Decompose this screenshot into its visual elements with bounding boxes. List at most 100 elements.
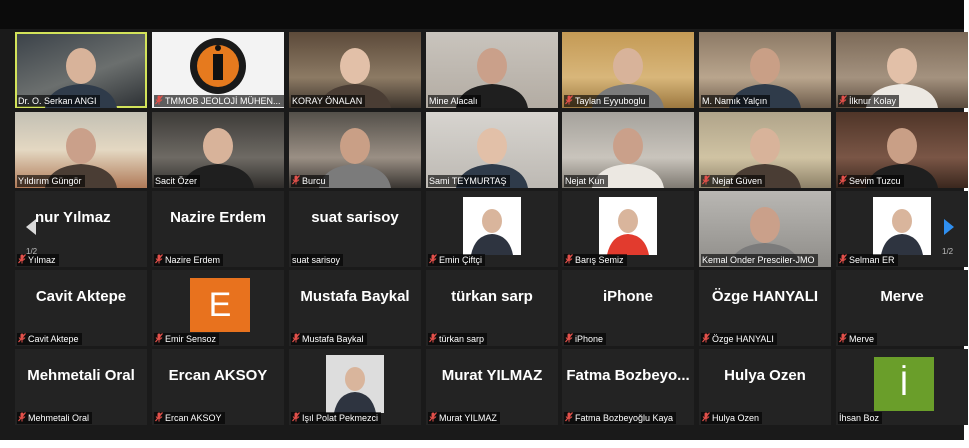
participant-tile-m-nam-k-yalc-n[interactable]: M. Namık Yalçın (699, 32, 831, 108)
participant-display-name: suat sarisoy (311, 209, 399, 226)
participant-tile-murat-yilmaz[interactable]: Murat YILMAZ Murat YILMAZ (426, 349, 558, 425)
participant-name-label: Emin Çiftçi (428, 254, 486, 266)
mic-muted-icon (18, 412, 26, 422)
participant-name-label: Işıl Polat Pekmezci (291, 412, 382, 424)
mic-muted-icon (18, 254, 26, 264)
mic-muted-icon (565, 95, 573, 105)
participant-tile-fatma-bozbeyoglu-kaya[interactable]: Fatma Bozbeyo... Fatma Bozbeyoğlu Kaya (562, 349, 694, 425)
previous-page-button[interactable] (22, 212, 40, 242)
participant-name-label: Sevim Tuzcu (838, 175, 904, 187)
mic-muted-icon (292, 333, 300, 343)
participant-name-label: Nejat Kun (564, 175, 608, 187)
mic-muted-icon (155, 333, 163, 343)
participant-name: Yıldırım Güngör (18, 176, 82, 186)
participant-tile-ercan-aksoy[interactable]: Ercan AKSOY Ercan AKSOY (152, 349, 284, 425)
participant-tile-ilknur-kolay[interactable]: İlknur Kolay (836, 32, 968, 108)
mic-muted-icon (155, 95, 163, 105)
participant-name-label: türkan sarp (428, 333, 488, 345)
participant-tile-merve[interactable]: Merve Merve (836, 270, 968, 346)
mic-muted-icon (292, 412, 300, 422)
participant-tile-tmmob-jeoloji-muhen[interactable]: TMMOB JEOLOJİ MÜHEN... (152, 32, 284, 108)
participant-name-label: Mustafa Baykal (291, 333, 367, 345)
participant-tile-mehmetali-oral[interactable]: Mehmetali Oral Mehmetali Oral (15, 349, 147, 425)
mic-muted-icon (429, 412, 437, 422)
participant-name: Işıl Polat Pekmezci (302, 413, 379, 423)
participant-name: Nazire Erdem (165, 255, 221, 265)
participant-tile-hulya-ozen[interactable]: Hulya Ozen Hulya Ozen (699, 349, 831, 425)
participant-display-name: Özge HANYALI (711, 288, 819, 305)
mic-muted-icon (839, 95, 847, 105)
participant-tile-turkan-sarp[interactable]: türkan sarp türkan sarp (426, 270, 558, 346)
participant-tile-y-ld-r-m-gungor[interactable]: Yıldırım Güngör (15, 112, 147, 188)
mic-muted-icon (839, 254, 847, 264)
participant-name-label: Yılmaz (17, 254, 59, 266)
participant-display-name: Mehmetali Oral (27, 367, 135, 384)
profile-picture (463, 197, 521, 255)
video-gallery: Dr. O. Serkan ANGI TMMOB JEOLOJİ MÜHEN...… (0, 0, 968, 440)
participant-name: suat sarisoy (292, 255, 341, 265)
participant-tile-mine-alacal[interactable]: Mine Alacalı (426, 32, 558, 108)
participant-name-label: Sacit Özer (154, 175, 201, 187)
participant-name: Taylan Eyyuboglu (575, 96, 646, 106)
participant-tile-kemal-onder-presciler-jmo[interactable]: Kemal Onder Presciler-JMO (699, 191, 831, 267)
participant-name-label: Emir Sensoz (154, 333, 220, 345)
avatar-initial: İ (874, 357, 934, 411)
participant-tile-koray-onalan[interactable]: KORAY ÖNALAN (289, 32, 421, 108)
participant-name: Emin Çiftçi (439, 255, 483, 265)
chevron-right-icon (944, 219, 954, 235)
participant-name-label: Burcu (291, 175, 329, 187)
participant-name: Ercan AKSOY (165, 413, 222, 423)
participant-name: Özge HANYALI (712, 334, 774, 344)
participant-tile-sacit-ozer[interactable]: Sacit Özer (152, 112, 284, 188)
participant-tile-burcu[interactable]: Burcu (289, 112, 421, 188)
participant-tile-is-l-polat-pekmezci[interactable]: Işıl Polat Pekmezci (289, 349, 421, 425)
participant-tile-suat-sarisoy[interactable]: suat sarisoy suat sarisoy (289, 191, 421, 267)
participant-tile-iphone[interactable]: iPhone iPhone (562, 270, 694, 346)
participant-tile-sami-teymurtas[interactable]: Sami TEYMURTAŞ (426, 112, 558, 188)
participant-name-label: İhsan Boz (838, 412, 883, 424)
top-bar (0, 0, 964, 29)
profile-picture (599, 197, 657, 255)
mic-muted-icon (702, 333, 710, 343)
participant-name-label: Özge HANYALI (701, 333, 777, 345)
mic-muted-icon (702, 175, 710, 185)
chevron-left-icon (26, 219, 36, 235)
participant-name: Yılmaz (28, 255, 56, 265)
participant-name: Fatma Bozbeyoğlu Kaya (575, 413, 674, 423)
participant-name: Sacit Özer (155, 176, 198, 186)
participant-tile-dr-o-serkan-angi[interactable]: Dr. O. Serkan ANGI (15, 32, 147, 108)
participant-name-label: KORAY ÖNALAN (291, 95, 366, 107)
participant-tile-nejat-kun[interactable]: Nejat Kun (562, 112, 694, 188)
participant-name-label: İlknur Kolay (838, 95, 900, 107)
participant-name: KORAY ÖNALAN (292, 96, 363, 106)
participant-display-name: Cavit Aktepe (35, 288, 127, 305)
participant-tile-ozge-hanyali[interactable]: Özge HANYALI Özge HANYALI (699, 270, 831, 346)
next-page-button[interactable] (940, 212, 958, 242)
participant-tile-cavit-aktepe[interactable]: Cavit Aktepe Cavit Aktepe (15, 270, 147, 346)
participant-name: Emir Sensoz (165, 334, 217, 344)
participant-name-label: Taylan Eyyuboglu (564, 95, 649, 107)
participant-name: Sevim Tuzcu (849, 176, 901, 186)
participant-name-label: Yıldırım Güngör (17, 175, 85, 187)
participant-display-name: nur Yılmaz (35, 209, 111, 226)
participant-name: Sami TEYMURTAŞ (429, 176, 507, 186)
participant-name: Dr. O. Serkan ANGI (18, 96, 97, 106)
participant-tile-sevim-tuzcu[interactable]: Sevim Tuzcu (836, 112, 968, 188)
participant-name-label: Barış Semiz (564, 254, 627, 266)
profile-picture (873, 197, 931, 255)
participant-name-label: Nejat Güven (701, 175, 766, 187)
participant-tile-taylan-eyyuboglu[interactable]: Taylan Eyyuboglu (562, 32, 694, 108)
profile-picture (326, 355, 384, 413)
mic-muted-icon (429, 254, 437, 264)
participant-tile-nejat-guven[interactable]: Nejat Güven (699, 112, 831, 188)
participant-tile-emin-ciftci[interactable]: Emin Çiftçi (426, 191, 558, 267)
participant-name: Mehmetali Oral (28, 413, 90, 423)
page-indicator-right: 1/2 (942, 247, 954, 256)
page-indicator-left: 1/2 (26, 247, 38, 256)
participant-tile-emir-sensoz[interactable]: E Emir Sensoz (152, 270, 284, 346)
mic-muted-icon (839, 175, 847, 185)
participant-tile-mustafa-baykal[interactable]: Mustafa Baykal Mustafa Baykal (289, 270, 421, 346)
participant-tile-bar-s-semiz[interactable]: Barış Semiz (562, 191, 694, 267)
participant-tile-ihsan-boz[interactable]: İ İhsan Boz (836, 349, 968, 425)
participant-tile-nazire-erdem[interactable]: Nazire Erdem Nazire Erdem (152, 191, 284, 267)
